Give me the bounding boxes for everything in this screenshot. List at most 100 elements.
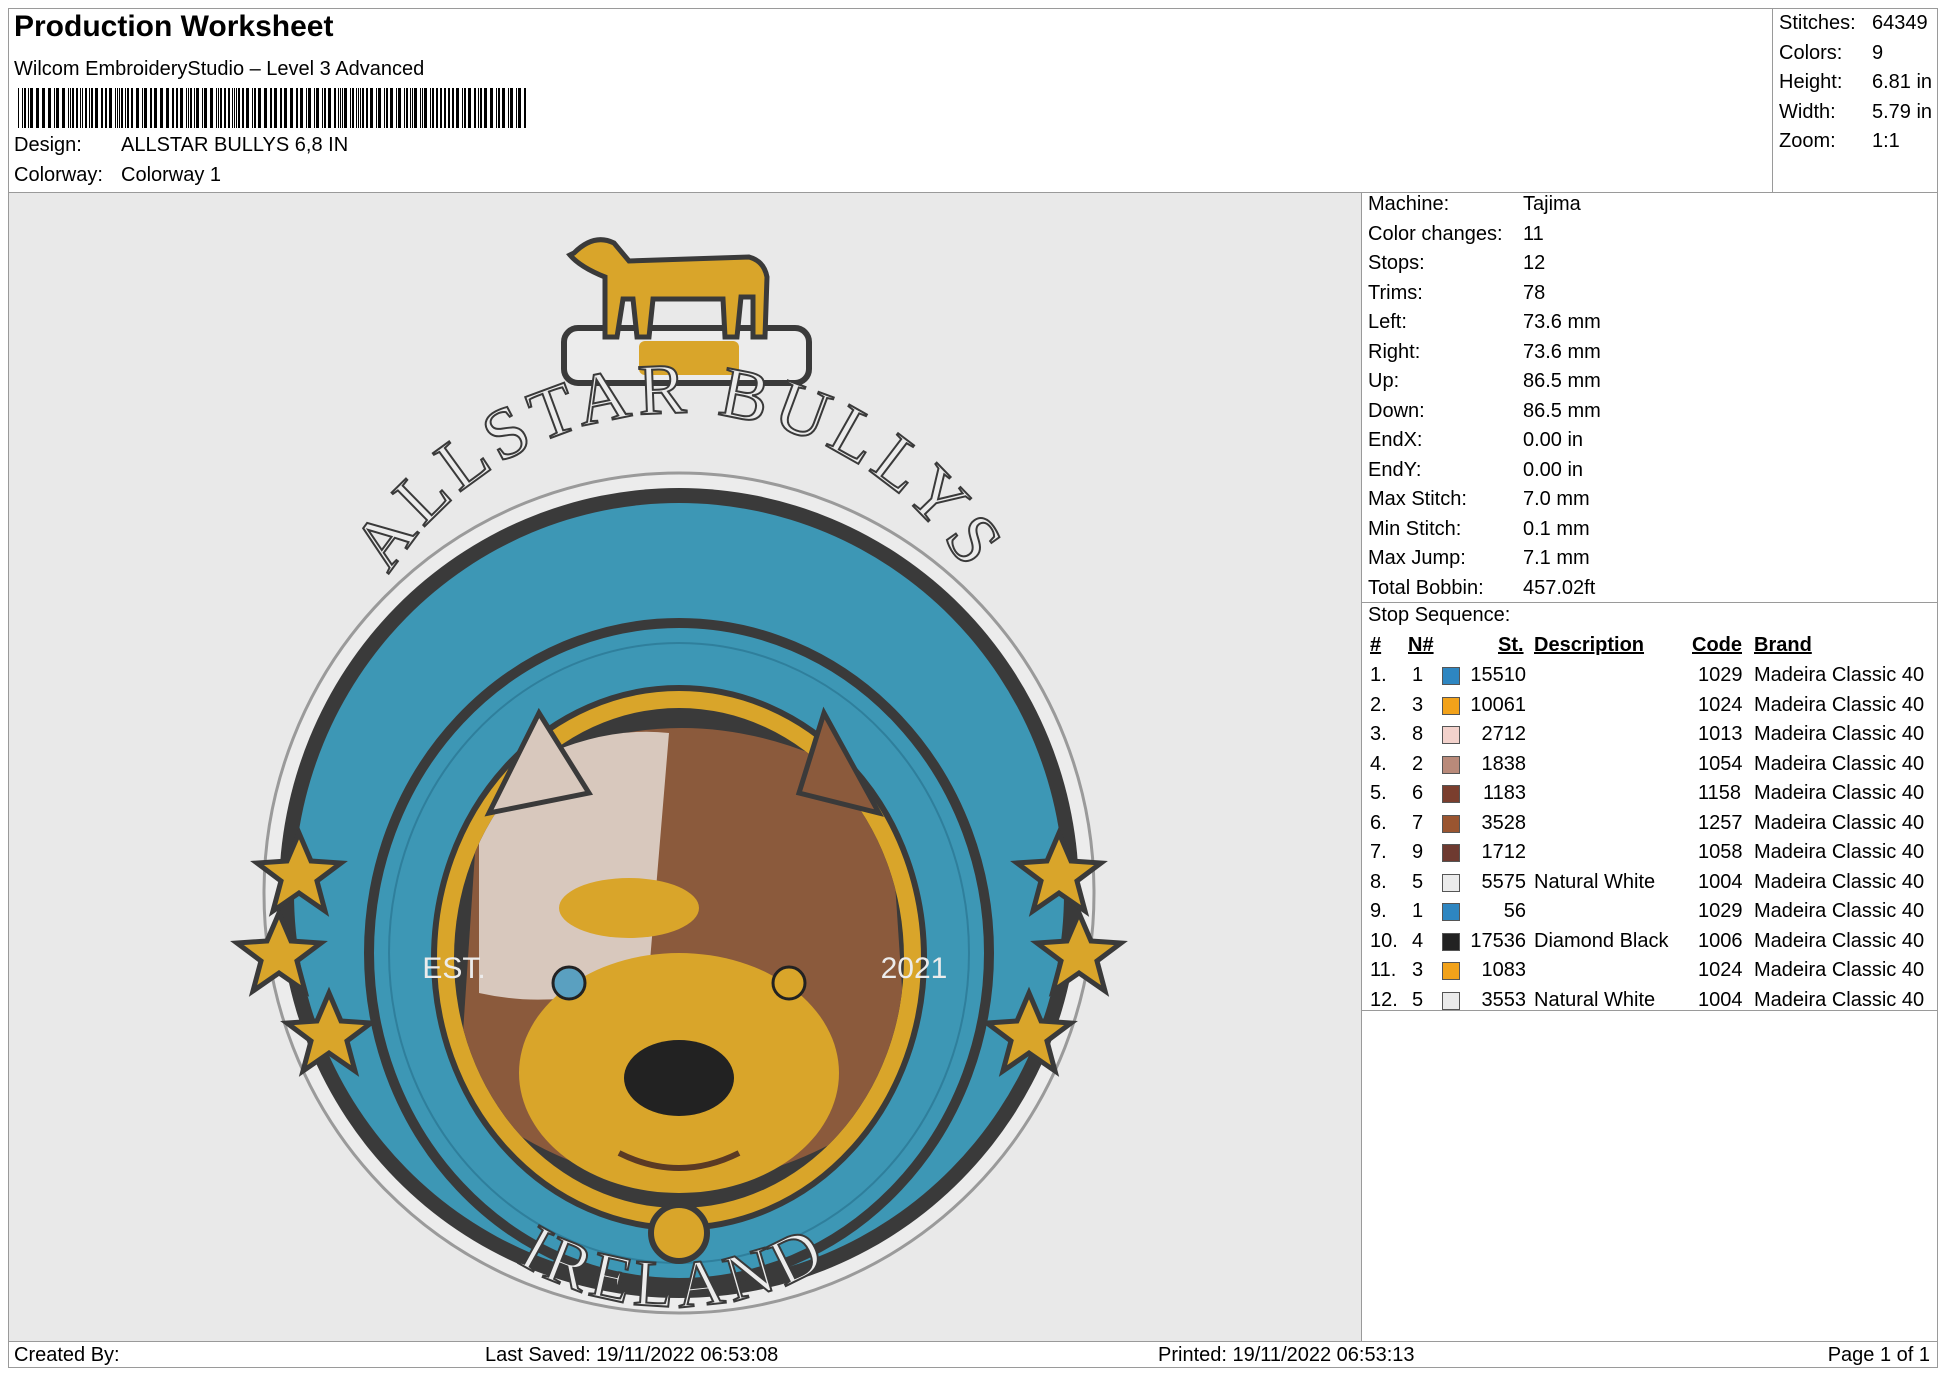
info-value: 12: [1523, 252, 1546, 274]
barcode-bar: [28, 88, 29, 128]
row-brand: Madeira Classic 40: [1754, 841, 1925, 863]
worksheet-footer: Created By: Last Saved: 19/11/2022 06:53…: [8, 1341, 1938, 1368]
row-num: 4.: [1370, 752, 1387, 775]
barcode-bar: [48, 88, 51, 128]
info-value: 73.6 mm: [1523, 340, 1601, 363]
barcode-bar: [448, 88, 450, 128]
est-year: 2021: [881, 952, 948, 985]
page-title: Production Worksheet: [14, 10, 334, 43]
info-label: EndY:: [1368, 458, 1422, 481]
row-num: 5.: [1370, 782, 1387, 804]
barcode-bar: [516, 88, 517, 128]
row-needle: 9: [1412, 841, 1424, 863]
barcode-bar: [316, 88, 319, 128]
worksheet-header: Production Worksheet Wilcom EmbroiderySt…: [8, 8, 1772, 192]
row-code: 1257: [1698, 811, 1743, 834]
barcode-bar: [36, 88, 39, 128]
color-swatch: [1442, 696, 1460, 715]
barcode-bar: [510, 88, 513, 128]
row-num: 9.: [1370, 900, 1387, 922]
machine-info-row: Max Stitch: 7.0 mm: [1368, 488, 1590, 511]
machine-info-row: EndX: 0.00 in: [1368, 429, 1583, 452]
barcode-bar: [478, 88, 479, 128]
info-label: Up:: [1368, 370, 1400, 392]
row-stitches: 1183: [1482, 782, 1526, 804]
barcode-bar: [324, 88, 326, 128]
barcode-bar: [296, 88, 298, 128]
barcode-bar: [300, 88, 303, 128]
info-label: Down:: [1368, 399, 1425, 422]
barcode-bar: [484, 88, 487, 128]
barcode-bar: [70, 88, 71, 128]
stop-row: 3. 8 2712 1013 Madeira Classic 40: [1368, 723, 1938, 752]
barcode-bar: [24, 88, 26, 128]
barcode-bar: [22, 88, 23, 128]
barcode-bar: [366, 88, 368, 128]
colorway-label: Colorway:: [14, 164, 103, 186]
barcode-bar: [456, 88, 459, 128]
barcode-bar: [204, 88, 207, 128]
design-row: Design: ALLSTAR BULLYS 6,8 IN: [14, 134, 348, 157]
stop-row: 10. 4 17536 Diamond Black 1006 Madeira Classi…: [1368, 930, 1938, 959]
row-stitches: 1712: [1481, 841, 1527, 863]
barcode-bar: [420, 88, 421, 128]
stat-label: Zoom:: [1779, 130, 1836, 152]
machine-info-row: Total Bobbin: 457.02ft: [1368, 577, 1595, 600]
row-brand: Madeira Classic 40: [1754, 811, 1925, 834]
barcode-bar: [91, 88, 93, 128]
info-value: 457.02ft: [1523, 576, 1596, 599]
barcode-bar: [328, 88, 331, 128]
row-brand: Madeira Classic 40: [1754, 988, 1925, 1011]
col-description: Description: [1534, 634, 1645, 656]
row-needle: 8: [1412, 723, 1424, 745]
barcode-bar: [378, 88, 381, 128]
barcode-bar: [422, 88, 423, 128]
barcode-bar: [370, 88, 373, 128]
barcode-bar: [424, 88, 427, 128]
barcode-bar: [166, 88, 169, 128]
stop-row: 7. 9 1712 1058 Madeira Classic 40: [1368, 841, 1938, 870]
row-brand: Madeira Classic 40: [1754, 870, 1925, 893]
barcode-bar: [62, 88, 65, 128]
row-needle: 3: [1412, 693, 1424, 716]
row-code: 1024: [1698, 693, 1743, 716]
barcode-bar: [30, 88, 33, 128]
stat-label: Colors:: [1779, 41, 1843, 64]
barcode-bar: [360, 88, 361, 128]
row-code: 1004: [1698, 988, 1743, 1011]
row-code: 1006: [1698, 929, 1743, 952]
row-num: 3.: [1370, 723, 1387, 745]
barcode-bar: [196, 88, 199, 128]
row-needle: 6: [1412, 782, 1424, 804]
est-label: EST.: [422, 952, 485, 985]
machine-info-row: Max Jump: 7.1 mm: [1368, 547, 1590, 570]
row-stitches: 2712: [1481, 723, 1527, 745]
barcode-bar: [218, 88, 219, 128]
barcode-bar: [246, 88, 249, 128]
row-code: 1004: [1698, 870, 1743, 893]
row-stitches: 1838: [1481, 752, 1527, 775]
info-divider: [1362, 602, 1938, 603]
design-stats: Stitches: 64349 Colors: 9 Height: 6.81 in Widt…: [1772, 8, 1938, 192]
barcode-bar: [280, 88, 282, 128]
barcode-bar: [228, 88, 230, 128]
barcode-bar: [101, 88, 103, 128]
row-stitches: 56: [1503, 900, 1526, 922]
barcode-bar: [236, 88, 237, 128]
barcode-bar: [142, 88, 143, 128]
dog-silhouette-icon: [566, 237, 770, 340]
barcode-bar: [496, 88, 497, 128]
barcode-bar: [42, 88, 45, 128]
barcode-bar: [202, 88, 203, 128]
barcode-bar: [220, 88, 222, 128]
info-value: 0.00 in: [1523, 458, 1584, 481]
created-by: Created By:: [14, 1344, 120, 1366]
row-stitches: 3553: [1481, 988, 1527, 1011]
info-value: 73.6 mm: [1523, 311, 1601, 333]
stat-value: 5.79 in: [1872, 100, 1933, 123]
barcode-bar: [340, 88, 341, 128]
stop-row: 11. 3 1083 1024 Madeira Classic 40: [1368, 959, 1938, 988]
col-code: Code: [1692, 634, 1742, 656]
barcode-bar: [362, 88, 364, 128]
table-divider: [1362, 1010, 1938, 1011]
